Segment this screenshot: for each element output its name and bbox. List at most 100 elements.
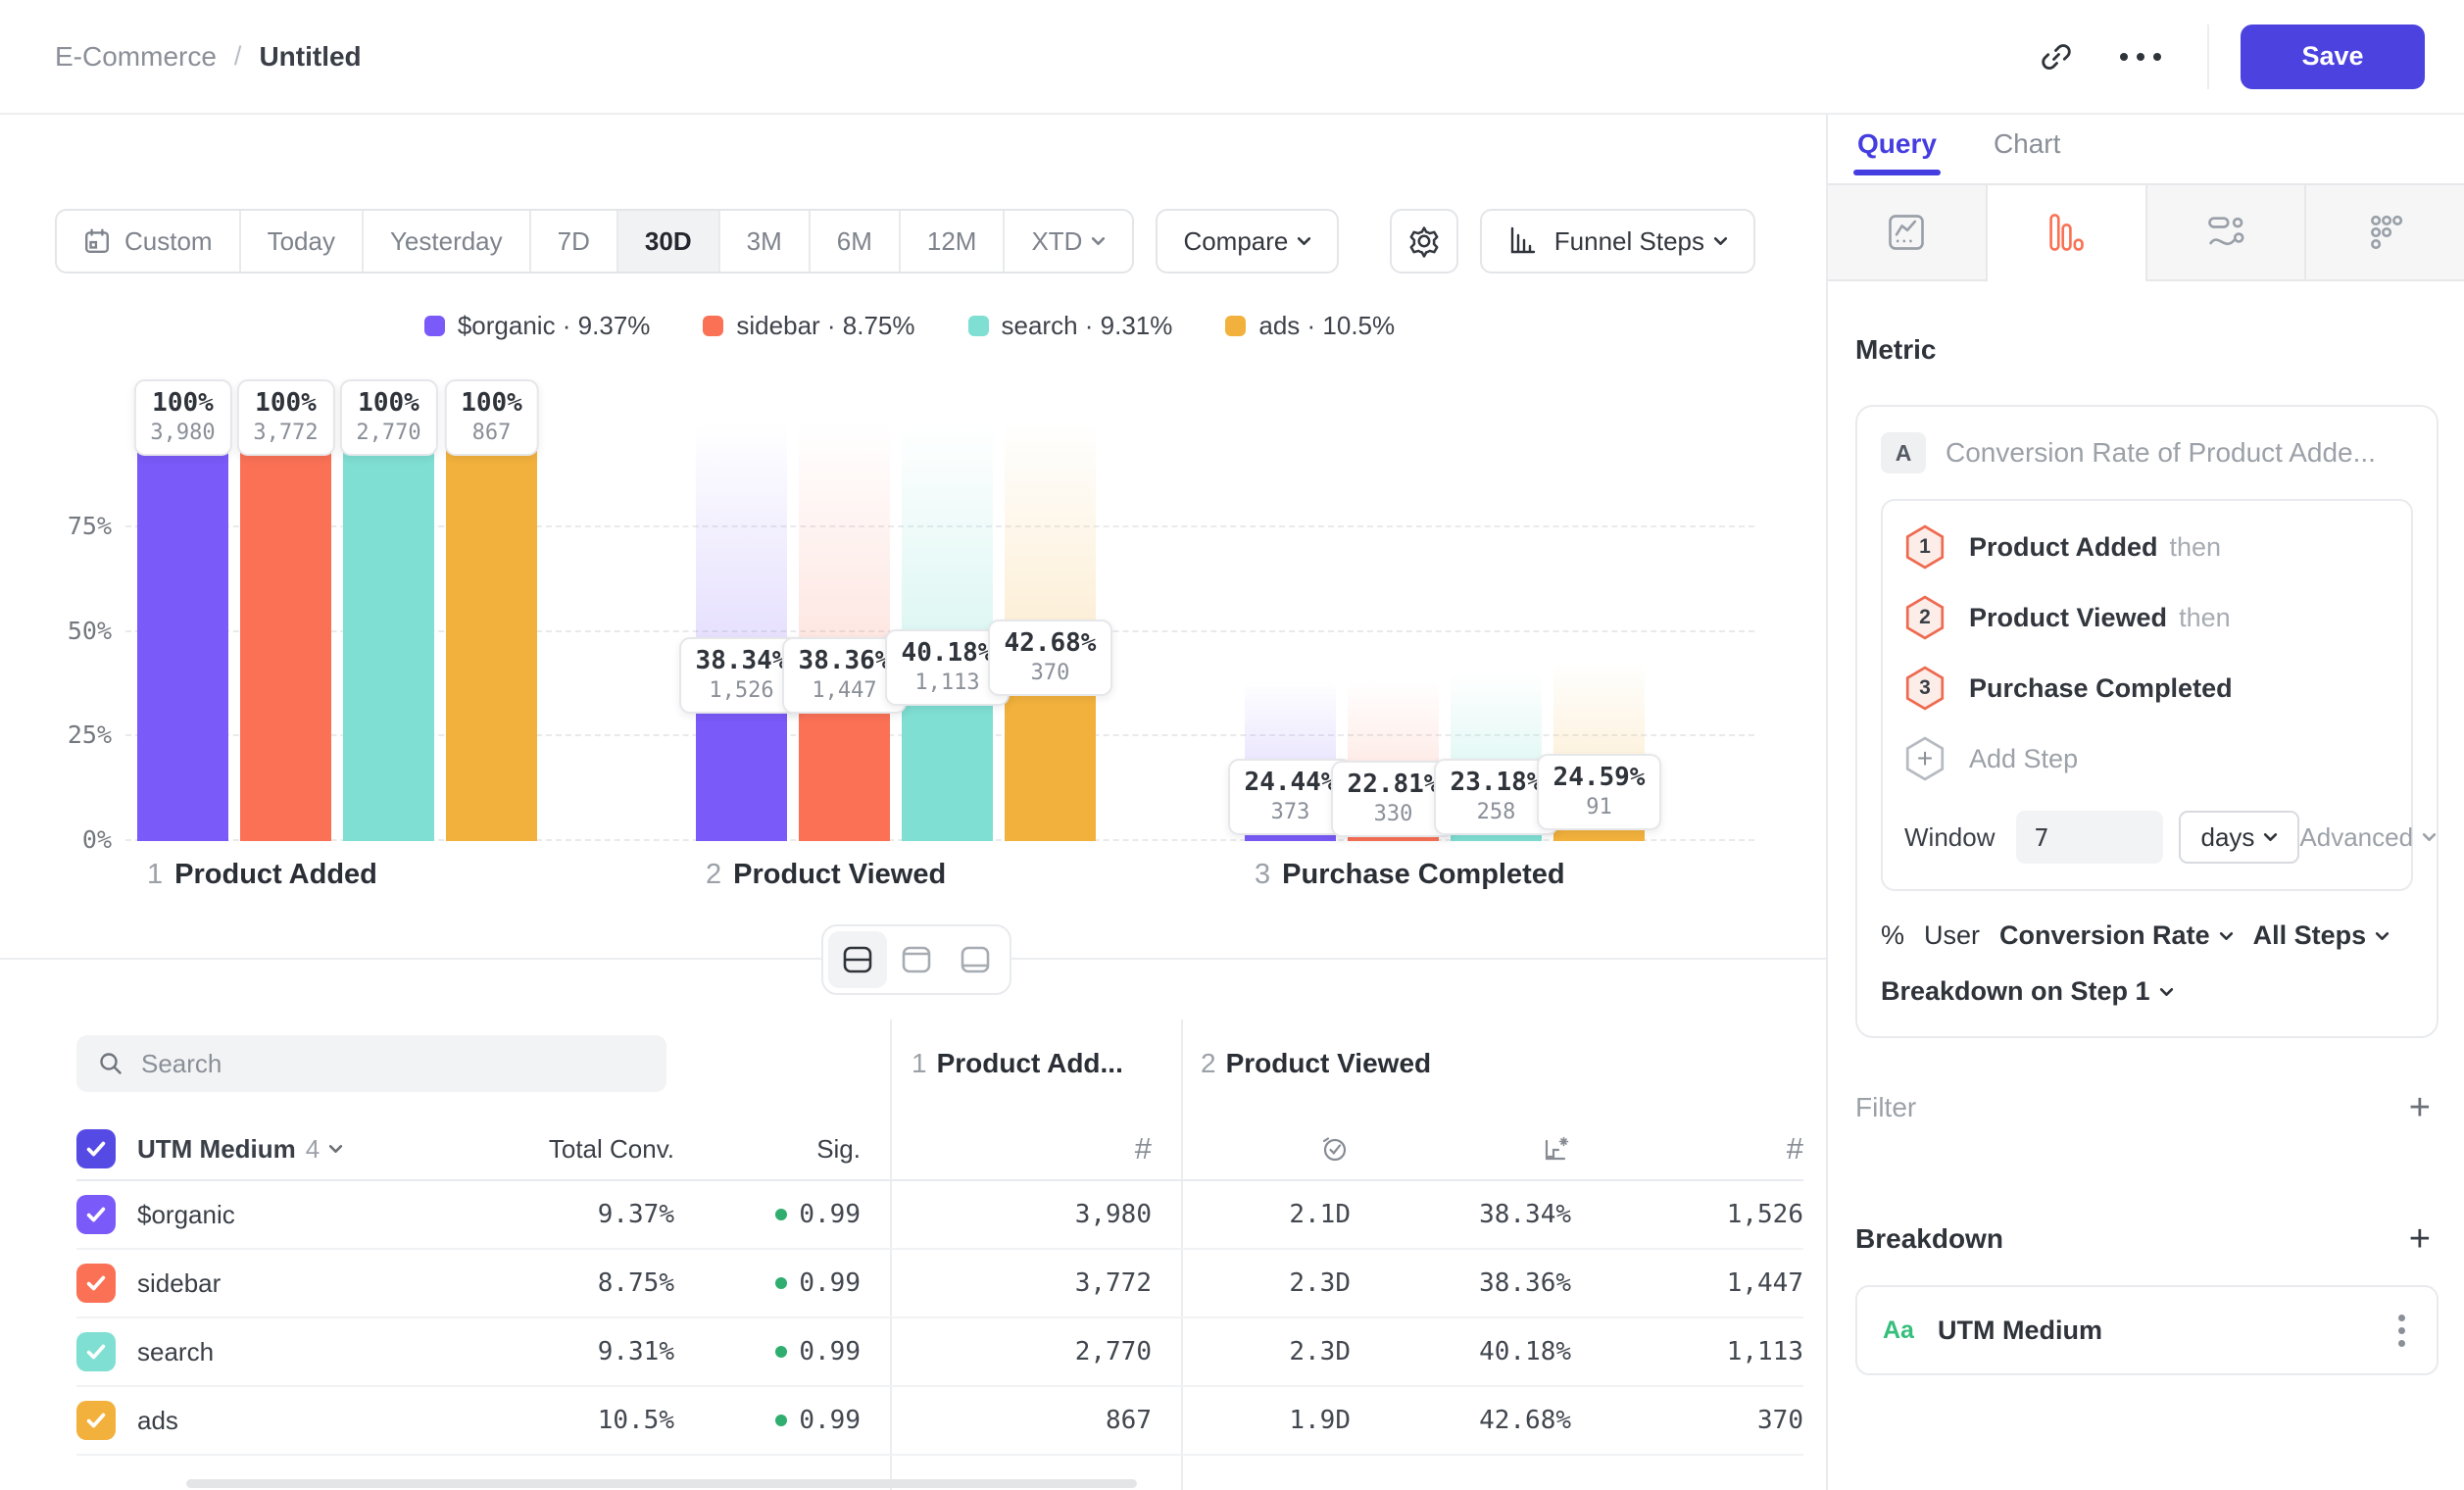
date-range-label: Today (268, 226, 335, 257)
date-range-xtd[interactable]: XTD (1003, 211, 1132, 272)
count-column-header[interactable]: # (1571, 1131, 1803, 1167)
bottom-bar-layout-icon (959, 943, 992, 976)
horizontal-scrollbar[interactable] (186, 1479, 1137, 1488)
table-row-search[interactable]: search9.31%0.992,7702.3D40.18%1,113 (76, 1318, 1803, 1387)
legend-item-ads[interactable]: ads · 10.5% (1225, 311, 1395, 341)
save-button[interactable]: Save (2241, 25, 2425, 89)
share-link-button[interactable] (2021, 25, 2092, 89)
query-step-2[interactable]: 2 Product Viewed then (1904, 595, 2390, 640)
add-filter-button[interactable]: + (2401, 1089, 2439, 1126)
row-checkbox[interactable] (76, 1401, 116, 1440)
main-area: Custom Today Yesterday 7D 30D 3M 6M 12M XTD Comp… (0, 115, 2464, 1490)
funnels-icon (2045, 211, 2088, 254)
funnel-bar-search-step1[interactable] (343, 422, 434, 841)
report-type-retention[interactable] (2306, 185, 2464, 279)
significance-dot (775, 1277, 787, 1289)
breakdown-item[interactable]: Aa UTM Medium (1855, 1285, 2439, 1375)
legend-item-sidebar[interactable]: sidebar · 8.75% (703, 311, 914, 341)
date-range-yesterday[interactable]: Yesterday (362, 211, 529, 272)
metric-card: A Conversion Rate of Product Adde... 1Pr… (1855, 405, 2439, 1038)
date-range-3m[interactable]: 3M (718, 211, 809, 272)
table-row-sidebar[interactable]: sidebar8.75%0.993,7722.3D38.36%1,447 (76, 1250, 1803, 1318)
step2-avg-time: 2.3D (1152, 1268, 1351, 1298)
total-conversion-value: 9.37% (400, 1200, 674, 1229)
table-row-ads[interactable]: ads10.5%0.998671.9D42.68%370 (76, 1387, 1803, 1456)
date-range-6m[interactable]: 6M (809, 211, 899, 272)
chart-settings-button[interactable] (1390, 209, 1458, 273)
conversion-percent: 100% (253, 388, 318, 419)
funnel-bar-ads-step1[interactable] (446, 422, 537, 841)
more-options-button[interactable] (2105, 25, 2176, 89)
add-breakdown-button[interactable]: + (2401, 1220, 2439, 1258)
table-row-organic[interactable]: $organic9.37%0.993,9802.1D38.34%1,526 (76, 1181, 1803, 1250)
date-range-custom[interactable]: Custom (57, 211, 239, 272)
row-checkbox[interactable] (76, 1195, 116, 1234)
query-panel: Query Chart (1828, 115, 2464, 1490)
date-range-label: 30D (645, 226, 692, 257)
metric-summary[interactable]: A Conversion Rate of Product Adde... (1881, 432, 2413, 473)
row-checkbox[interactable] (76, 1332, 116, 1371)
breadcrumb-project[interactable]: E-Commerce (55, 41, 217, 73)
date-range-12m[interactable]: 12M (899, 211, 1004, 272)
breakdown-on-step-select[interactable]: Breakdown on Step 1 (1881, 976, 2413, 1007)
compare-button[interactable]: Compare (1156, 209, 1339, 273)
chart-type-selector[interactable]: Funnel Steps (1480, 209, 1755, 273)
conversion-count: 373 (1245, 799, 1337, 826)
add-step-button[interactable]: + Add Step (1904, 736, 2390, 781)
window-unit-select[interactable]: days (2179, 811, 2299, 864)
date-range-label: 7D (558, 226, 590, 257)
funnel-bar-sidebar-step1[interactable] (240, 422, 331, 841)
bar-value-label: 100%3,980 (133, 379, 231, 456)
window-label: Window (1904, 822, 1995, 853)
step-event-name: Product Viewed (1969, 603, 2167, 633)
breadcrumb-report-title[interactable]: Untitled (259, 41, 361, 73)
step-number-hex: 2 (1904, 595, 1946, 640)
row-segment-name: ads (137, 1406, 178, 1436)
counting-method[interactable]: User (1924, 920, 1980, 951)
breakdown-column-header[interactable]: UTM Medium (137, 1134, 296, 1165)
date-range-label: 3M (747, 226, 782, 257)
advanced-toggle[interactable]: Advanced (2299, 822, 2437, 853)
tab-query[interactable]: Query (1857, 128, 1937, 174)
conversion-rate-header[interactable] (1351, 1133, 1571, 1165)
query-step-1[interactable]: 1Product Addedthen (1904, 524, 2390, 570)
table-step2-header[interactable]: 2Product Viewed (1201, 1048, 1431, 1079)
significance-dot (775, 1209, 787, 1220)
search-input[interactable] (141, 1049, 612, 1079)
date-range-30d[interactable]: 30D (616, 211, 718, 272)
measurement-row: % User Conversion Rate All Steps (1881, 920, 2413, 951)
window-unit-label: days (2200, 822, 2254, 853)
report-type-insights[interactable] (1828, 185, 1988, 279)
funnel-bar-organic-step1[interactable] (137, 422, 228, 841)
select-all-checkbox[interactable] (76, 1129, 116, 1168)
legend-item-organic[interactable]: $organic · 9.37% (424, 311, 651, 341)
row-segment-name: sidebar (137, 1268, 221, 1299)
window-value-input[interactable] (2016, 811, 2163, 864)
report-type-flows[interactable] (2147, 185, 2307, 279)
row-checkbox[interactable] (76, 1264, 116, 1303)
tab-chart[interactable]: Chart (1994, 128, 2060, 174)
date-range-today[interactable]: Today (239, 211, 362, 272)
date-range-7d[interactable]: 7D (529, 211, 616, 272)
count-column-header[interactable]: # (861, 1131, 1152, 1167)
date-range-label: 12M (927, 226, 977, 257)
steps-scope-select[interactable]: All Steps (2253, 920, 2390, 951)
total-conversion-header[interactable]: Total Conv. (400, 1134, 674, 1165)
conversion-percent: 23.18% (1451, 768, 1543, 798)
breakdown-item-menu[interactable] (2392, 1309, 2411, 1353)
header-divider (2207, 25, 2209, 89)
step-connector: then (2179, 603, 2231, 633)
legend-item-search[interactable]: search · 9.31% (968, 311, 1173, 341)
measurement-select[interactable]: Conversion Rate (1999, 920, 2234, 951)
report-type-funnels[interactable] (1988, 185, 2147, 279)
layout-table-only-button[interactable] (946, 931, 1005, 988)
significance-header[interactable]: Sig. (674, 1134, 861, 1165)
table-step1-header[interactable]: 1Product Add... (912, 1048, 1123, 1079)
layout-chart-only-button[interactable] (887, 931, 946, 988)
layout-split-button[interactable] (828, 931, 887, 988)
query-step-3[interactable]: 3Purchase Completed (1904, 666, 2390, 711)
step2-rate: 38.36% (1351, 1268, 1571, 1298)
table-search[interactable] (76, 1035, 666, 1092)
advanced-label: Advanced (2299, 822, 2413, 853)
time-to-convert-header[interactable] (1152, 1133, 1351, 1165)
